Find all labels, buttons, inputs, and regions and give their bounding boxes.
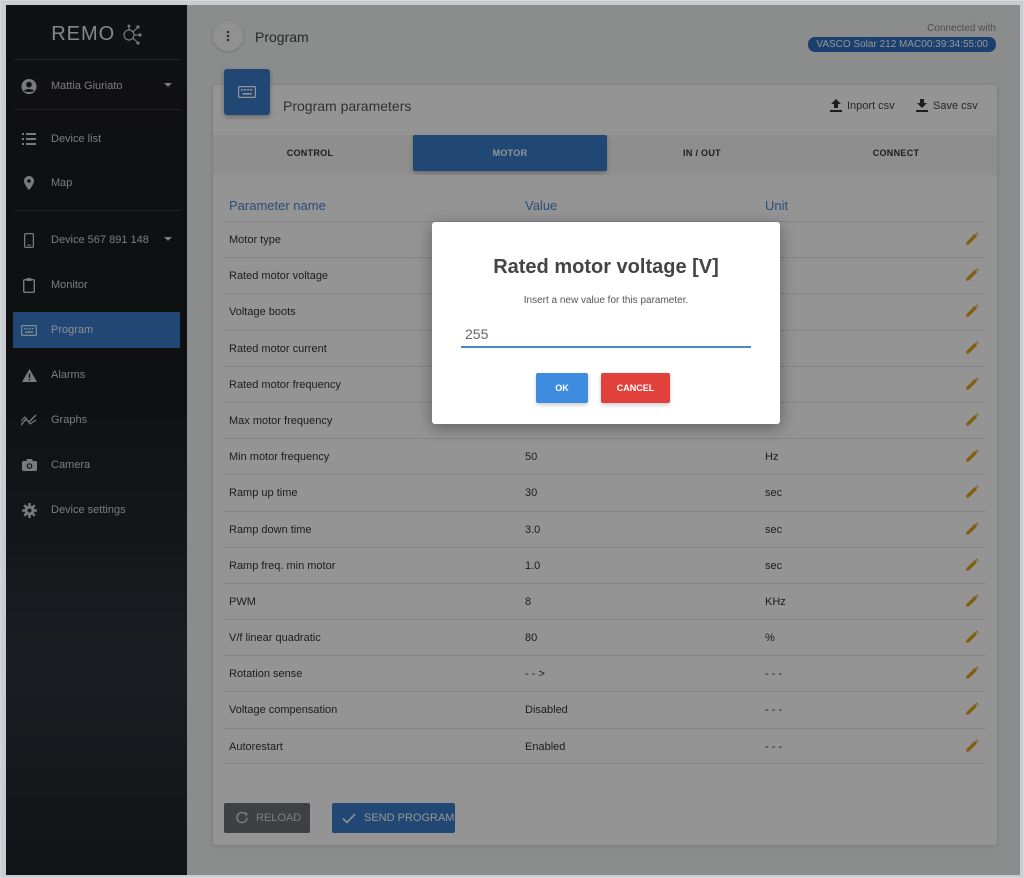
dialog-title: Rated motor voltage [V] [493, 256, 719, 278]
dialog-subtitle: Insert a new value for this parameter. [523, 295, 689, 306]
app: REMO Mattia Giuriato Device list Map Dev… [6, 5, 1020, 875]
edit-parameter-dialog: Rated motor voltage [V] Insert a new val… [432, 222, 780, 424]
cancel-button[interactable]: CANCEL [601, 373, 670, 403]
parameter-value-input[interactable] [461, 322, 751, 348]
modal-backdrop[interactable] [6, 5, 1020, 875]
ok-button[interactable]: OK [536, 373, 588, 403]
window-frame: REMO Mattia Giuriato Device list Map Dev… [0, 0, 1024, 878]
